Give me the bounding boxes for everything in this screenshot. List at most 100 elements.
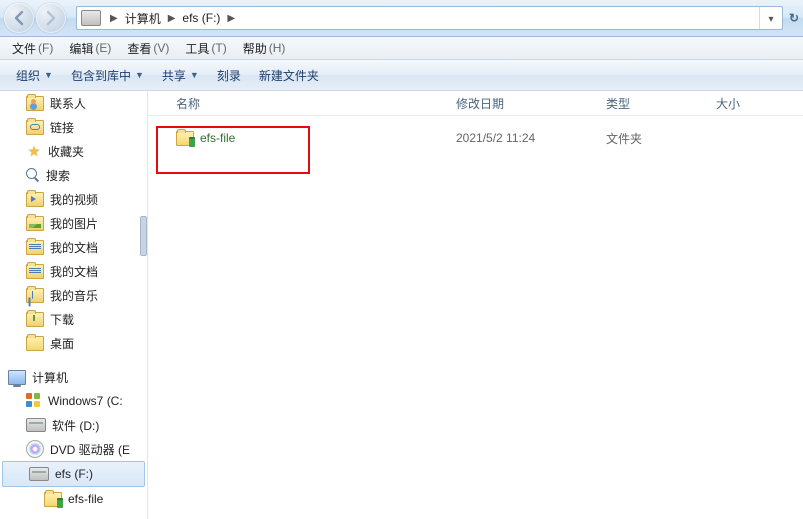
breadcrumb-computer[interactable]: 计算机 <box>123 10 163 27</box>
sidebar-item[interactable]: 我的文档 <box>0 235 147 259</box>
search-icon <box>26 168 40 182</box>
menu-label: 帮助 <box>243 40 267 57</box>
column-type[interactable]: 类型 <box>606 95 716 112</box>
file-date: 2021/5/2 11:24 <box>456 131 606 145</box>
sidebar-scrollbar[interactable] <box>140 216 147 256</box>
sidebar-item[interactable]: 软件 (D:) <box>0 413 147 437</box>
address-bar[interactable]: ▶ 计算机 ▶ efs (F:) ▶ ▾ <box>76 6 783 30</box>
sidebar-item[interactable]: Windows7 (C: <box>0 389 147 413</box>
sidebar-item-label: 我的视频 <box>44 191 98 208</box>
nav-back-button[interactable] <box>4 3 34 33</box>
sidebar-item[interactable]: 我的图片 <box>0 211 147 235</box>
breadcrumb-sep-icon: ▶ <box>163 13 181 24</box>
column-size[interactable]: 大小 <box>716 95 796 112</box>
sidebar-item[interactable]: efs (F:) <box>2 461 145 487</box>
menu-hotkey: (H) <box>267 41 286 55</box>
list-item[interactable]: efs-file 2021/5/2 11:24 文件夹 <box>148 126 803 150</box>
sidebar-item[interactable]: ★收藏夹 <box>0 139 147 163</box>
file-list: 名称 修改日期 类型 大小 efs-file 2021/5/2 11:24 文件… <box>148 91 803 519</box>
toolbar-new-folder[interactable]: 新建文件夹 <box>251 64 329 87</box>
sidebar-item-label: 计算机 <box>26 369 68 386</box>
sidebar-item-label: efs-file <box>62 492 103 506</box>
sidebar-item[interactable]: 链接 <box>0 115 147 139</box>
toolbar-label: 刻录 <box>217 67 241 84</box>
sidebar-item[interactable]: efs-file <box>0 487 147 511</box>
menu-hotkey: (V) <box>151 41 169 55</box>
drive-icon <box>81 10 101 26</box>
toolbar-organize[interactable]: 组织 ▼ <box>8 64 63 87</box>
sidebar-item[interactable]: DVD 驱动器 (E <box>0 437 147 461</box>
menu-label: 工具 <box>185 40 209 57</box>
encrypted-folder-icon <box>176 131 194 146</box>
column-name[interactable]: 名称 <box>168 95 456 112</box>
document-folder-icon <box>26 240 44 255</box>
document-folder-icon <box>26 264 44 279</box>
column-date[interactable]: 修改日期 <box>456 95 606 112</box>
toolbar-label: 包含到库中 <box>71 67 131 84</box>
breadcrumb-sep-icon: ▶ <box>222 13 240 24</box>
sidebar-item[interactable]: 下载 <box>0 307 147 331</box>
menu-tools[interactable]: 工具 (T) <box>177 38 234 59</box>
encrypted-folder-icon <box>44 492 62 507</box>
file-name: efs-file <box>194 131 235 145</box>
toolbar-label: 组织 <box>16 67 40 84</box>
sidebar-item[interactable]: 我的视频 <box>0 187 147 211</box>
picture-folder-icon <box>26 216 44 231</box>
list-body: efs-file 2021/5/2 11:24 文件夹 <box>148 126 803 150</box>
sidebar-item-label: 搜索 <box>40 167 70 184</box>
star-icon: ★ <box>26 143 42 159</box>
sidebar-item-label: 我的文档 <box>44 263 98 280</box>
sidebar-item[interactable]: 联系人 <box>0 91 147 115</box>
sidebar-item-label: DVD 驱动器 (E <box>44 441 130 458</box>
menu-label: 查看 <box>127 40 151 57</box>
sidebar-item[interactable]: 我的音乐 <box>0 283 147 307</box>
sidebar-item-label: 软件 (D:) <box>46 417 99 434</box>
folder-icon <box>26 336 44 351</box>
sidebar-item-label: 联系人 <box>44 95 86 112</box>
sidebar-item-label: 我的音乐 <box>44 287 98 304</box>
links-folder-icon <box>26 120 44 135</box>
sidebar-item[interactable]: 我的文档 <box>0 259 147 283</box>
sidebar-item-label: 链接 <box>44 119 74 136</box>
address-dropdown-button[interactable]: ▾ <box>759 6 782 30</box>
windows-icon <box>26 393 42 409</box>
menu-help[interactable]: 帮助 (H) <box>235 38 294 59</box>
drive-icon <box>29 467 49 481</box>
menu-file[interactable]: 文件 (F) <box>4 38 61 59</box>
sidebar-item-label: 我的图片 <box>44 215 98 232</box>
sidebar-item[interactable]: 计算机 <box>0 365 147 389</box>
sidebar-item[interactable]: 桌面 <box>0 331 147 355</box>
file-type: 文件夹 <box>606 130 716 147</box>
toolbar-label: 共享 <box>162 67 186 84</box>
titlebar: ▶ 计算机 ▶ efs (F:) ▶ ▾ ↻ <box>0 0 803 37</box>
list-header: 名称 修改日期 类型 大小 <box>148 91 803 116</box>
sidebar-item-label: 我的文档 <box>44 239 98 256</box>
download-folder-icon <box>26 312 44 327</box>
menu-hotkey: (F) <box>36 41 53 55</box>
sidebar-item-label: 收藏夹 <box>42 143 84 160</box>
sidebar-item-label: efs (F:) <box>49 467 93 481</box>
toolbar-burn[interactable]: 刻录 <box>209 64 251 87</box>
sidebar-item[interactable]: 搜索 <box>0 163 147 187</box>
menu-label: 文件 <box>12 40 36 57</box>
music-folder-icon <box>26 288 44 303</box>
refresh-button[interactable]: ↻ <box>789 0 803 36</box>
sidebar-item-label: 下载 <box>44 311 74 328</box>
sidebar-nav: 联系人链接★收藏夹搜索我的视频我的图片我的文档我的文档我的音乐下载桌面计算机Wi… <box>0 91 148 519</box>
toolbar-share[interactable]: 共享 ▼ <box>154 64 209 87</box>
toolbar-label: 新建文件夹 <box>259 67 319 84</box>
menu-edit[interactable]: 编辑 (E) <box>61 38 119 59</box>
menu-view[interactable]: 查看 (V) <box>119 38 177 59</box>
chevron-down-icon: ▼ <box>40 70 53 80</box>
computer-icon <box>8 370 26 385</box>
drive-icon <box>26 418 46 432</box>
menu-hotkey: (T) <box>209 41 226 55</box>
sidebar-item-label: Windows7 (C: <box>42 394 123 408</box>
breadcrumb-drive[interactable]: efs (F:) <box>180 11 222 25</box>
dvd-icon <box>26 440 44 458</box>
nav-forward-button[interactable] <box>36 3 66 33</box>
chevron-down-icon: ▼ <box>131 70 144 80</box>
toolbar-include[interactable]: 包含到库中 ▼ <box>63 64 154 87</box>
contacts-folder-icon <box>26 96 44 111</box>
sidebar-item-label: 桌面 <box>44 335 74 352</box>
